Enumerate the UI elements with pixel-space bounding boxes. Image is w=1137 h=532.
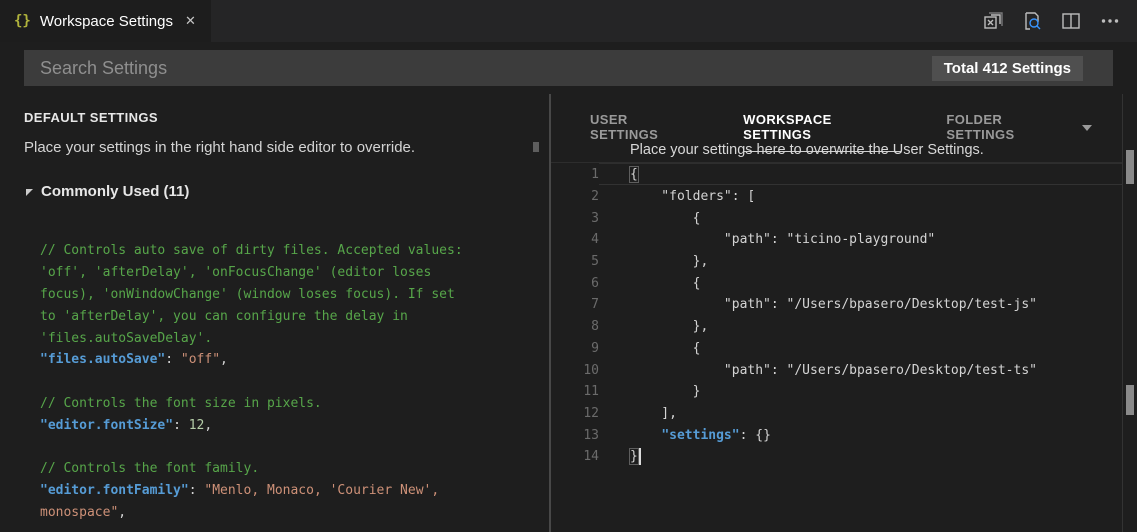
editor-actions (982, 10, 1137, 32)
line-number: 8 (551, 319, 599, 334)
file-search-icon[interactable] (1021, 10, 1043, 32)
section-commonly-used[interactable]: Commonly Used (11) (26, 183, 189, 200)
section-label: Commonly Used (11) (41, 183, 189, 200)
code-line[interactable]: 12 ], (551, 403, 1122, 425)
section-expanded-twistie-icon[interactable] (26, 189, 33, 196)
workspace-settings-pane: USER SETTINGS WORKSPACE SETTINGS FOLDER … (551, 94, 1137, 532)
code-line[interactable]: 11 } (551, 381, 1122, 403)
line-number: 9 (551, 341, 599, 356)
search-row: Total 412 Settings (0, 42, 1137, 94)
code-line[interactable]: 9 { (551, 338, 1122, 360)
braces-icon: {} (14, 13, 31, 29)
right-editor-scrollbar-thumb[interactable] (1126, 150, 1134, 184)
settings-editor-split: DEFAULT SETTINGS Place your settings in … (0, 94, 1137, 532)
code-line[interactable]: 13 "settings": {} (551, 424, 1122, 446)
line-number: 6 (551, 276, 599, 291)
code-line[interactable]: 4 "path": "ticino-playground" (551, 229, 1122, 251)
code-line[interactable]: "files.autoSave": "off", (40, 349, 529, 371)
default-settings-pane: DEFAULT SETTINGS Place your settings in … (0, 94, 549, 532)
tab-title: Workspace Settings (40, 13, 173, 30)
search-box: Total 412 Settings (24, 50, 1113, 86)
code-line[interactable]: monospace", (40, 502, 529, 524)
vscode-settings-window: {} Workspace Settings ✕ (0, 0, 1137, 532)
tab-workspace-settings[interactable]: {} Workspace Settings ✕ (0, 0, 211, 42)
close-tab-icon[interactable]: ✕ (185, 13, 196, 29)
code-line[interactable]: 'files.autoSaveDelay'. (40, 327, 529, 349)
code-line[interactable]: 2 "folders": [ (551, 186, 1122, 208)
more-actions-icon[interactable] (1099, 10, 1121, 32)
settings-count-badge: Total 412 Settings (932, 56, 1083, 81)
code-line[interactable]: 3 { (551, 207, 1122, 229)
line-number: 5 (551, 254, 599, 269)
line-number: 2 (551, 189, 599, 204)
default-settings-header: DEFAULT SETTINGS (24, 110, 158, 125)
code-line[interactable]: focus), 'onWindowChange' (window loses f… (40, 284, 529, 306)
code-line[interactable]: "editor.fontSize": 12, (40, 414, 529, 436)
text-cursor (639, 448, 641, 465)
editor-tab-bar: {} Workspace Settings ✕ (0, 0, 1137, 42)
line-number: 13 (551, 428, 599, 443)
code-line[interactable]: to 'afterDelay', you can configure the d… (40, 305, 529, 327)
code-line[interactable]: 7 "path": "/Users/bpasero/Desktop/test-j… (551, 294, 1122, 316)
code-line[interactable]: 10 "path": "/Users/bpasero/Desktop/test-… (551, 359, 1122, 381)
line-number: 1 (551, 167, 599, 182)
code-line[interactable]: // Controls the font family. (40, 458, 529, 480)
code-line[interactable]: // Controls the font size in pixels. (40, 393, 529, 415)
default-settings-description: Place your settings in the right hand si… (24, 139, 415, 156)
workspace-description-strip: Place your settings here to overwrite th… (551, 138, 1122, 163)
line-number: 11 (551, 384, 599, 399)
right-editor-scrollbar[interactable] (1122, 94, 1137, 532)
code-line[interactable]: 6 { (551, 272, 1122, 294)
workspace-settings-description: Place your settings here to overwrite th… (630, 142, 984, 158)
code-line[interactable]: "editor.fontFamily": "Menlo, Monaco, 'Co… (40, 480, 529, 502)
code-line[interactable]: 8 }, (551, 316, 1122, 338)
default-settings-code: // Controls auto save of dirty files. Ac… (40, 240, 529, 523)
line-number: 3 (551, 211, 599, 226)
code-line[interactable]: 14} (551, 446, 1122, 468)
workspace-settings-code: 1{2 "folders": [3 {4 "path": "ticino-pla… (551, 164, 1122, 468)
search-input[interactable] (40, 58, 932, 79)
left-editor-scrollbar-thumb[interactable] (533, 142, 539, 152)
line-number: 14 (551, 449, 599, 464)
line-number: 12 (551, 406, 599, 421)
code-line[interactable]: 'off', 'afterDelay', 'onFocusChange' (ed… (40, 262, 529, 284)
split-editor-icon[interactable] (1060, 10, 1082, 32)
code-line[interactable]: 1{ (551, 164, 1122, 186)
code-line[interactable] (40, 436, 529, 458)
code-line[interactable]: // Controls auto save of dirty files. Ac… (40, 240, 529, 262)
line-number: 4 (551, 232, 599, 247)
line-number: 7 (551, 297, 599, 312)
code-line[interactable] (40, 371, 529, 393)
overview-ruler-marker[interactable] (1126, 385, 1134, 415)
chevron-down-icon[interactable] (1082, 125, 1092, 131)
close-all-icon[interactable] (982, 10, 1004, 32)
code-line[interactable]: 5 }, (551, 251, 1122, 273)
line-number: 10 (551, 363, 599, 378)
